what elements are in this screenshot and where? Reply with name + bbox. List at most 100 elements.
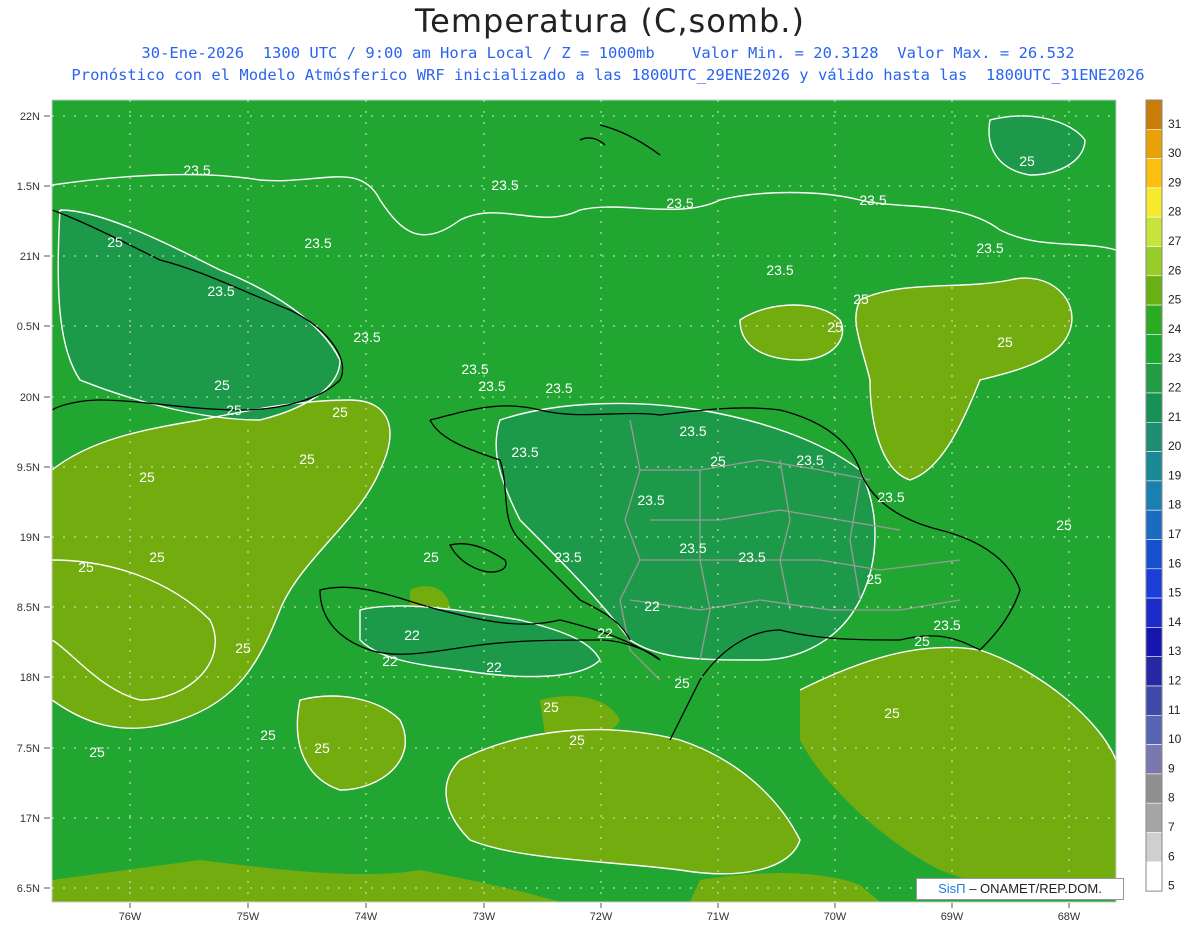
colorbar-tick-label: 21 [1168, 410, 1182, 424]
contour-value-label: 23.5 [859, 192, 886, 208]
colorbar-tick-label: 5 [1168, 879, 1175, 893]
colorbar-swatch [1145, 656, 1163, 687]
contour-value-label: 25 [149, 549, 165, 565]
contour-value-label: 25 [853, 291, 869, 307]
colorbar-swatch [1145, 861, 1163, 892]
colorbar-swatch [1145, 99, 1163, 130]
colorbar-swatch [1145, 627, 1163, 658]
contour-value-label: 25 [89, 744, 105, 760]
contour-value-label: 23.5 [679, 540, 706, 556]
colorbar-tick-label: 19 [1168, 468, 1182, 482]
contour-value-label: 23.5 [478, 378, 505, 394]
contour-value-label: 25 [1019, 153, 1035, 169]
contour-value-label: 25 [299, 451, 315, 467]
colorbar-tick-label: 14 [1168, 615, 1182, 629]
contour-value-label: 23.5 [679, 423, 706, 439]
contour-value-label: 23.5 [877, 489, 904, 505]
colorbar-tick-label: 13 [1168, 644, 1182, 658]
colorbar-tick-label: 15 [1168, 586, 1182, 600]
colorbar-swatch [1145, 597, 1163, 628]
lat-tick-label: 20N [20, 392, 40, 404]
colorbar-tick-label: 25 [1168, 293, 1182, 307]
contour-value-label: 23.5 [666, 195, 693, 211]
contour-value-label: 25 [260, 727, 276, 743]
contour-value-label: 22 [486, 659, 502, 675]
colorbar-swatch [1145, 275, 1163, 306]
contour-value-label: 25 [827, 319, 843, 335]
colorbar-tick-label: 24 [1168, 322, 1182, 336]
colorbar-swatch [1145, 509, 1163, 540]
colorbar-tick-label: 18 [1168, 498, 1182, 512]
contour-value-label: 22 [597, 625, 613, 641]
contour-value-label: 25 [226, 402, 242, 418]
colorbar-swatch [1145, 773, 1163, 804]
lon-tick-label: 73W [473, 911, 496, 923]
contour-value-label: 25 [78, 559, 94, 575]
colorbar-swatch [1145, 304, 1163, 335]
colorbar-swatch [1145, 246, 1163, 277]
map-area: 23.5 23.5 23.5 23.5 23.5 23.5 23.5 23.5 23.5 23.5… [51, 99, 1117, 903]
credit-text: – ONAMET/REP.DOM. [969, 881, 1102, 896]
contour-value-label: 23.5 [637, 492, 664, 508]
contour-value-label: 25 [107, 234, 123, 250]
lat-tick-label: 18N [20, 672, 40, 684]
contour-value-label: 22 [382, 653, 398, 669]
lat-tick-label: 0.5N [17, 321, 40, 333]
lon-tick-label: 71W [707, 911, 730, 923]
contour-value-label: 25 [332, 404, 348, 420]
lon-tick-label: 75W [237, 911, 260, 923]
lat-tick-label: 22N [20, 111, 40, 123]
colorbar-tick-label: 12 [1168, 674, 1182, 688]
contour-value-label: 23.5 [738, 549, 765, 565]
lat-tick-label: 21N [20, 251, 40, 263]
lat-tick-label: 19N [20, 532, 40, 544]
colorbar-tick-label: 17 [1168, 527, 1182, 541]
contour-value-label: 25 [139, 469, 155, 485]
lon-tick-label: 74W [355, 911, 378, 923]
lat-tick-label: 9.5N [17, 462, 40, 474]
colorbar-tick-label: 27 [1168, 234, 1182, 248]
contour-value-label: 25 [914, 633, 930, 649]
latitude-axis: 22N 1.5N 21N 0.5N 20N 9.5N 19N 8.5N 18N 7.5N 17N 6.… [17, 111, 50, 895]
colorbar-swatch [1145, 802, 1163, 833]
colorbar-tick-label: 30 [1168, 146, 1182, 160]
colorbar-tick-label: 7 [1168, 820, 1175, 834]
contour-value-label: 23.5 [554, 549, 581, 565]
lon-tick-label: 68W [1058, 911, 1081, 923]
colorbar-swatch [1145, 187, 1163, 218]
contour-value-label: 23.5 [183, 162, 210, 178]
colorbar-swatch [1145, 334, 1163, 364]
contour-value-label: 23.5 [976, 240, 1003, 256]
colorbar-tick-label: 9 [1168, 761, 1175, 775]
colorbar-swatch [1145, 363, 1163, 394]
colorbar-tick-label: 26 [1168, 263, 1182, 277]
contour-value-label: 23.5 [545, 380, 572, 396]
colorbar-tick-label: 31 [1168, 117, 1182, 131]
colorbar-swatch [1145, 714, 1163, 745]
colorbar-tick-label: 28 [1168, 205, 1182, 219]
colorbar-swatch [1145, 129, 1163, 159]
colorbar-tick-label: 10 [1168, 732, 1182, 746]
colorbar-swatch [1145, 568, 1163, 599]
contour-value-label: 23.5 [933, 617, 960, 633]
colorbar-swatch [1145, 480, 1163, 511]
contour-value-label: 25 [866, 571, 882, 587]
colorbar-tick-label: 6 [1168, 849, 1175, 863]
colorbar-swatch [1145, 421, 1163, 452]
colorbar-swatch [1145, 451, 1163, 482]
contour-value-label: 22 [404, 627, 420, 643]
contour-value-label: 25 [997, 334, 1013, 350]
colorbar-swatch [1145, 392, 1163, 423]
contour-value-label: 25 [1056, 517, 1072, 533]
colorbar-swatch [1145, 158, 1163, 189]
contour-value-label: 23.5 [796, 452, 823, 468]
lat-tick-label: 1.5N [17, 181, 40, 193]
contour-value-label: 23.5 [353, 329, 380, 345]
contour-value-label: 25 [543, 699, 559, 715]
colorbar-swatch [1145, 216, 1163, 247]
lat-tick-label: 7.5N [17, 743, 40, 755]
colorbar-tick-label: 22 [1168, 381, 1182, 395]
lon-tick-label: 72W [590, 911, 613, 923]
contour-value-label: 25 [884, 705, 900, 721]
lat-tick-label: 17N [20, 813, 40, 825]
